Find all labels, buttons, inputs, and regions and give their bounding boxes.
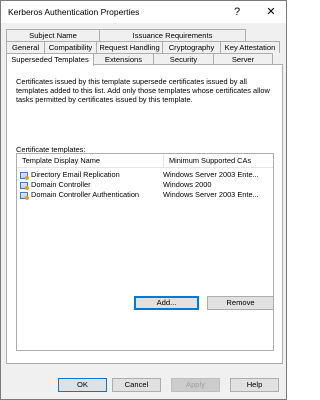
list-header: Template Display Name Minimum Supported … [17,154,273,168]
list-item[interactable]: Directory Email Replication Windows Serv… [17,170,273,180]
properties-dialog: Kerberos Authentication Properties ? ✕ S… [0,0,287,400]
apply-button[interactable]: Apply [171,378,220,392]
tab-row-1: Subject Name Issuance Requirements [6,29,246,41]
window-title: Kerberos Authentication Properties [8,7,140,17]
tab-key-attestation[interactable]: Key Attestation [220,41,280,53]
tab-general[interactable]: General [6,41,45,53]
help-button[interactable]: Help [230,378,279,392]
template-min-ca: Windows Server 2003 Ente... [163,170,259,179]
add-button[interactable]: Add... [134,296,199,310]
tab-row-2: General Compatibility Request Handling C… [6,41,280,53]
column-header-template-name[interactable]: Template Display Name [17,154,163,168]
description-text: Certificates issued by this template sup… [16,77,270,104]
ok-button[interactable]: OK [58,378,107,392]
title-bar: Kerberos Authentication Properties ? ✕ [1,1,286,23]
tab-issuance-requirements[interactable]: Issuance Requirements [99,29,246,41]
tab-cryptography[interactable]: Cryptography [162,41,221,53]
template-name: Directory Email Replication [31,170,120,179]
tab-compatibility[interactable]: Compatibility [44,41,97,53]
certificate-templates-list[interactable]: Template Display Name Minimum Supported … [16,153,274,351]
tab-request-handling[interactable]: Request Handling [96,41,163,53]
template-min-ca: Windows 2000 [163,180,212,189]
certificate-template-icon [20,181,29,190]
template-name: Domain Controller [31,180,91,189]
cancel-button[interactable]: Cancel [112,378,161,392]
tab-panel: Certificates issued by this template sup… [6,64,283,364]
certificate-template-icon [20,191,29,200]
remove-button[interactable]: Remove [207,296,274,310]
help-question-icon[interactable]: ? [229,4,245,20]
column-header-minimum-cas[interactable]: Minimum Supported CAs [163,154,273,168]
list-item[interactable]: Domain Controller Windows 2000 [17,180,273,190]
template-name: Domain Controller Authentication [31,190,140,199]
close-icon[interactable]: ✕ [263,4,279,20]
template-min-ca: Windows Server 2003 Ente... [163,190,259,199]
tab-superseded-templates[interactable]: Superseded Templates [6,53,94,66]
tab-subject-name[interactable]: Subject Name [6,29,100,41]
list-item[interactable]: Domain Controller Authentication Windows… [17,190,273,200]
certificate-template-icon [20,171,29,180]
